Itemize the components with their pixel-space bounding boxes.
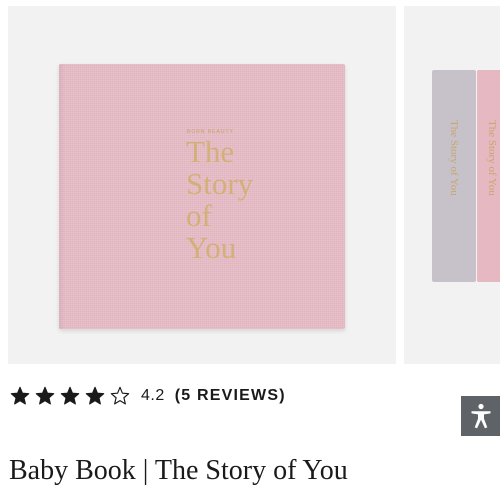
accessibility-button[interactable] bbox=[461, 396, 500, 436]
product-image-carousel[interactable]: BORN BEAUTY The Story of You The Story o… bbox=[0, 0, 500, 368]
product-page: BORN BEAUTY The Story of You The Story o… bbox=[0, 0, 500, 500]
product-title: Baby Book | The Story of You bbox=[9, 455, 348, 486]
book-cover: BORN BEAUTY The Story of You bbox=[59, 64, 345, 329]
book-cover-edge bbox=[59, 64, 65, 329]
cover-title-line: You bbox=[186, 230, 237, 265]
accessibility-person-icon bbox=[471, 403, 490, 429]
cover-title: The Story of You bbox=[186, 136, 306, 264]
product-image-next[interactable]: The Story of You The Story of You bbox=[404, 6, 500, 364]
rating-value: 4.2 bbox=[141, 387, 165, 404]
cover-title-line: The bbox=[186, 134, 235, 169]
product-image-main[interactable]: BORN BEAUTY The Story of You bbox=[8, 6, 396, 364]
star-filled-icon bbox=[35, 386, 55, 405]
star-rating bbox=[10, 386, 135, 406]
star-filled-icon bbox=[10, 386, 30, 405]
cover-title-line: of bbox=[186, 198, 212, 233]
book-spine-grey: The Story of You bbox=[432, 70, 476, 282]
star-filled-icon bbox=[60, 386, 80, 405]
star-empty-icon bbox=[110, 386, 130, 405]
spine-label: The Story of You bbox=[448, 120, 460, 196]
book-spine-pink: The Story of You bbox=[477, 70, 500, 282]
cover-title-line: Story bbox=[186, 166, 254, 201]
star-filled-icon bbox=[85, 386, 105, 405]
rating-summary[interactable]: 4.2 (5 REVIEWS) bbox=[10, 384, 286, 408]
reviews-link[interactable]: (5 REVIEWS) bbox=[175, 387, 286, 405]
spine-label: The Story of You bbox=[486, 120, 498, 196]
